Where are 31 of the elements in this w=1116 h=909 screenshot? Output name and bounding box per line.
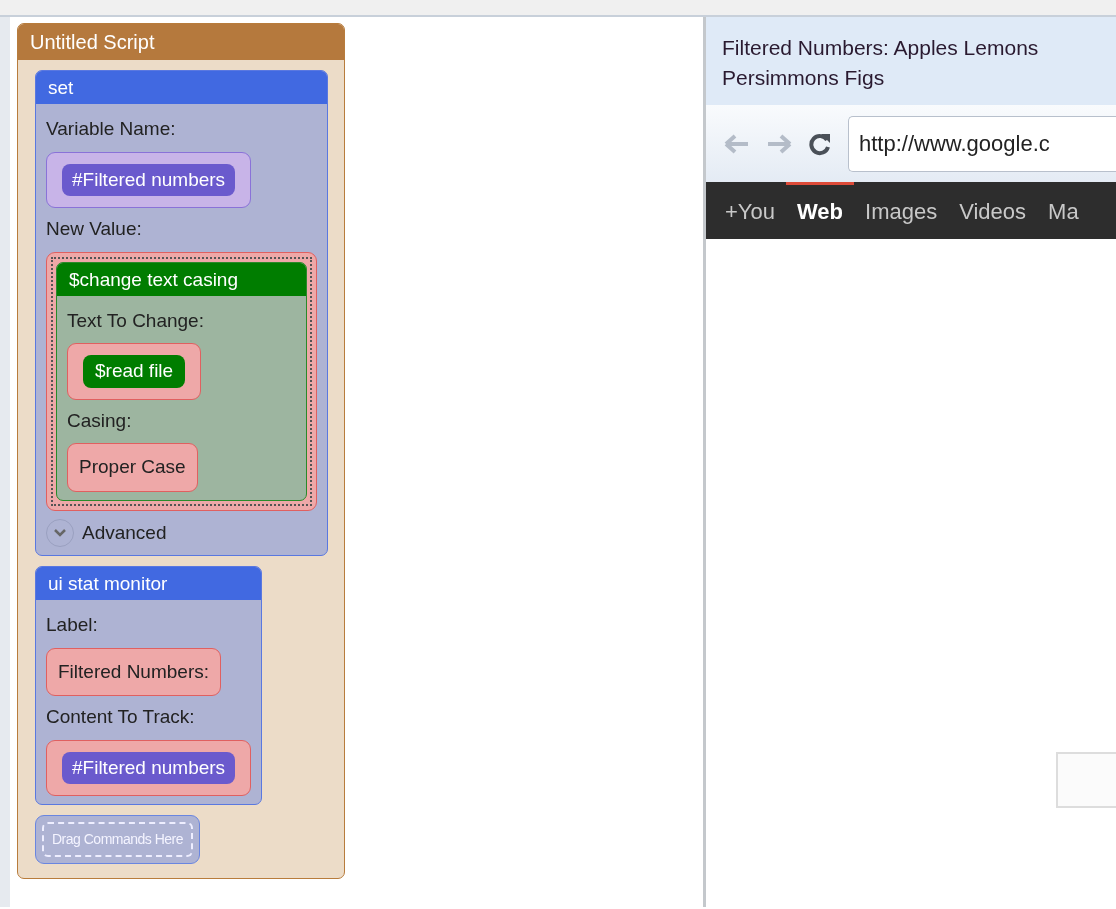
function-chip[interactable]: $read file: [83, 355, 186, 388]
parameter-label: Casing:: [67, 408, 133, 433]
command-block[interactable]: ui stat monitor Label: Filtered Numbers: Content To Track: #Filtered numbers: [35, 566, 263, 805]
text-value[interactable]: Proper Case: [67, 443, 198, 492]
nav-tab[interactable]: +You: [714, 182, 786, 239]
nav-tab[interactable]: Videos: [948, 182, 1038, 239]
nav-tab[interactable]: Ma: [1037, 182, 1090, 239]
variable-chip[interactable]: #Filtered numbers: [62, 163, 236, 196]
parameter-label: Content To Track:: [46, 705, 196, 729]
nav-tab[interactable]: Web: [786, 182, 855, 239]
chevron-icon: [53, 527, 67, 538]
monitor-text: Filtered Numbers: Apples Lemons Persimmons Figs: [722, 35, 1040, 91]
command-block[interactable]: $change text casing Text To Change: $read file Casing: Proper Case: [56, 261, 307, 501]
script-title: Untitled Script: [18, 24, 344, 60]
variable-chip[interactable]: #Filtered numbers: [62, 751, 236, 784]
command-title: set: [36, 71, 327, 104]
command-block[interactable]: set Variable Name: #Filtered numbers New Value: $change text casing Text To Change: $read file Casing: Proper Case Advanced: [35, 70, 328, 556]
nav-tab[interactable]: Images: [854, 182, 949, 239]
parameter-label: Variable Name:: [46, 117, 177, 141]
command-title: ui stat monitor: [36, 567, 262, 600]
text-value[interactable]: Filtered Numbers:: [46, 647, 221, 696]
back-icon[interactable]: [724, 132, 750, 155]
address-field[interactable]: http://www.google.c: [848, 115, 1116, 172]
parameter-label: New Value:: [46, 217, 143, 241]
forward-icon[interactable]: [766, 132, 792, 155]
command-title: $change text casing: [57, 262, 306, 296]
advanced-label: Advanced: [82, 520, 167, 545]
search-button[interactable]: [1056, 752, 1116, 808]
parameter-label: Label:: [46, 613, 99, 637]
parameter-label: Text To Change:: [67, 308, 205, 333]
reload-icon[interactable]: [808, 131, 832, 156]
